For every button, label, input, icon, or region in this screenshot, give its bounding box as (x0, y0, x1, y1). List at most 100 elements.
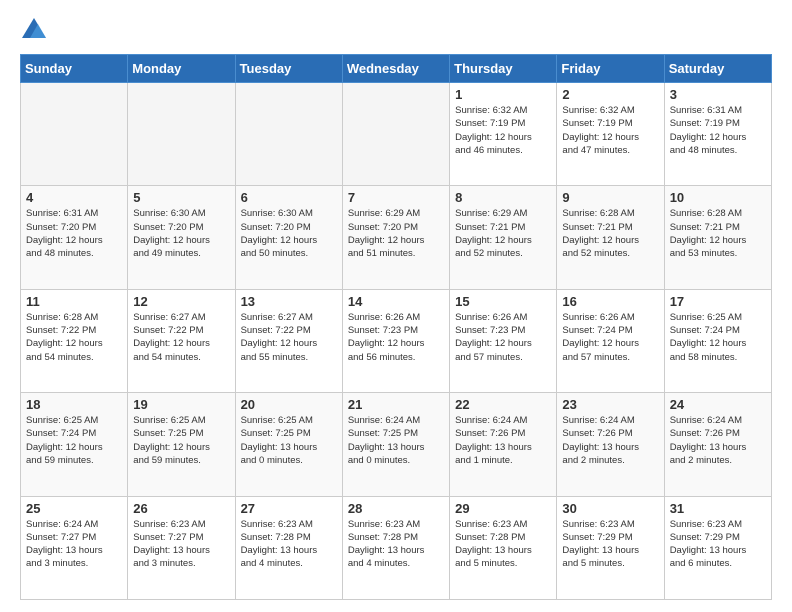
day-number: 22 (455, 397, 551, 412)
day-cell: 27 Sunrise: 6:23 AM Sunset: 7:28 PM Dayli… (235, 496, 342, 599)
day-info: Sunrise: 6:27 AM Sunset: 7:22 PM Dayligh… (241, 311, 337, 364)
day-number: 12 (133, 294, 229, 309)
day-number: 10 (670, 190, 766, 205)
day-info: Sunrise: 6:27 AM Sunset: 7:22 PM Dayligh… (133, 311, 229, 364)
day-number: 24 (670, 397, 766, 412)
day-info: Sunrise: 6:25 AM Sunset: 7:24 PM Dayligh… (670, 311, 766, 364)
weekday-friday: Friday (557, 55, 664, 83)
day-cell: 31 Sunrise: 6:23 AM Sunset: 7:29 PM Dayli… (664, 496, 771, 599)
day-cell: 17 Sunrise: 6:25 AM Sunset: 7:24 PM Dayli… (664, 289, 771, 392)
day-number: 23 (562, 397, 658, 412)
week-row-4: 18 Sunrise: 6:25 AM Sunset: 7:24 PM Dayli… (21, 393, 772, 496)
day-info: Sunrise: 6:30 AM Sunset: 7:20 PM Dayligh… (241, 207, 337, 260)
day-number: 13 (241, 294, 337, 309)
header (20, 16, 772, 44)
day-info: Sunrise: 6:24 AM Sunset: 7:26 PM Dayligh… (562, 414, 658, 467)
logo (20, 16, 52, 44)
day-cell: 28 Sunrise: 6:23 AM Sunset: 7:28 PM Dayli… (342, 496, 449, 599)
weekday-wednesday: Wednesday (342, 55, 449, 83)
day-info: Sunrise: 6:28 AM Sunset: 7:21 PM Dayligh… (562, 207, 658, 260)
day-number: 16 (562, 294, 658, 309)
day-number: 28 (348, 501, 444, 516)
page: SundayMondayTuesdayWednesdayThursdayFrid… (0, 0, 792, 612)
day-info: Sunrise: 6:23 AM Sunset: 7:29 PM Dayligh… (562, 518, 658, 571)
day-number: 14 (348, 294, 444, 309)
day-number: 6 (241, 190, 337, 205)
day-number: 15 (455, 294, 551, 309)
day-number: 31 (670, 501, 766, 516)
day-cell: 3 Sunrise: 6:31 AM Sunset: 7:19 PM Daylig… (664, 83, 771, 186)
day-cell: 16 Sunrise: 6:26 AM Sunset: 7:24 PM Dayli… (557, 289, 664, 392)
day-cell: 2Sunrise: 6:32 AM Sunset: 7:19 PM Daylig… (557, 83, 664, 186)
day-info: Sunrise: 6:31 AM Sunset: 7:20 PM Dayligh… (26, 207, 122, 260)
day-cell: 9 Sunrise: 6:28 AM Sunset: 7:21 PM Daylig… (557, 186, 664, 289)
day-number: 19 (133, 397, 229, 412)
day-info: Sunrise: 6:23 AM Sunset: 7:28 PM Dayligh… (455, 518, 551, 571)
logo-icon (20, 16, 48, 44)
day-cell: 12 Sunrise: 6:27 AM Sunset: 7:22 PM Dayli… (128, 289, 235, 392)
weekday-saturday: Saturday (664, 55, 771, 83)
week-row-2: 4 Sunrise: 6:31 AM Sunset: 7:20 PM Daylig… (21, 186, 772, 289)
day-cell: 6 Sunrise: 6:30 AM Sunset: 7:20 PM Daylig… (235, 186, 342, 289)
day-info: Sunrise: 6:23 AM Sunset: 7:28 PM Dayligh… (348, 518, 444, 571)
day-cell: 15 Sunrise: 6:26 AM Sunset: 7:23 PM Dayli… (450, 289, 557, 392)
day-cell: 26 Sunrise: 6:23 AM Sunset: 7:27 PM Dayli… (128, 496, 235, 599)
weekday-sunday: Sunday (21, 55, 128, 83)
day-number: 26 (133, 501, 229, 516)
week-row-5: 25Sunrise: 6:24 AM Sunset: 7:27 PM Dayli… (21, 496, 772, 599)
day-info: Sunrise: 6:28 AM Sunset: 7:21 PM Dayligh… (670, 207, 766, 260)
day-cell: 10 Sunrise: 6:28 AM Sunset: 7:21 PM Dayli… (664, 186, 771, 289)
day-cell: 4 Sunrise: 6:31 AM Sunset: 7:20 PM Daylig… (21, 186, 128, 289)
day-number: 11 (26, 294, 122, 309)
day-info: Sunrise: 6:26 AM Sunset: 7:24 PM Dayligh… (562, 311, 658, 364)
day-info: Sunrise: 6:32 AM Sunset: 7:19 PM Dayligh… (562, 104, 658, 157)
day-info: Sunrise: 6:25 AM Sunset: 7:25 PM Dayligh… (133, 414, 229, 467)
day-cell: 25Sunrise: 6:24 AM Sunset: 7:27 PM Dayli… (21, 496, 128, 599)
day-cell: 18 Sunrise: 6:25 AM Sunset: 7:24 PM Dayli… (21, 393, 128, 496)
day-cell (342, 83, 449, 186)
week-row-1: 1Sunrise: 6:32 AM Sunset: 7:19 PM Daylig… (21, 83, 772, 186)
day-cell: 8 Sunrise: 6:29 AM Sunset: 7:21 PM Daylig… (450, 186, 557, 289)
day-number: 29 (455, 501, 551, 516)
day-number: 27 (241, 501, 337, 516)
day-cell: 1Sunrise: 6:32 AM Sunset: 7:19 PM Daylig… (450, 83, 557, 186)
day-cell: 20 Sunrise: 6:25 AM Sunset: 7:25 PM Dayli… (235, 393, 342, 496)
day-number: 5 (133, 190, 229, 205)
day-cell: 5 Sunrise: 6:30 AM Sunset: 7:20 PM Daylig… (128, 186, 235, 289)
weekday-thursday: Thursday (450, 55, 557, 83)
day-cell (128, 83, 235, 186)
day-cell: 14 Sunrise: 6:26 AM Sunset: 7:23 PM Dayli… (342, 289, 449, 392)
day-number: 8 (455, 190, 551, 205)
day-info: Sunrise: 6:31 AM Sunset: 7:19 PM Dayligh… (670, 104, 766, 157)
day-number: 18 (26, 397, 122, 412)
day-info: Sunrise: 6:24 AM Sunset: 7:26 PM Dayligh… (670, 414, 766, 467)
day-number: 3 (670, 87, 766, 102)
week-row-3: 11 Sunrise: 6:28 AM Sunset: 7:22 PM Dayli… (21, 289, 772, 392)
day-info: Sunrise: 6:23 AM Sunset: 7:28 PM Dayligh… (241, 518, 337, 571)
day-cell: 19 Sunrise: 6:25 AM Sunset: 7:25 PM Dayli… (128, 393, 235, 496)
day-cell (235, 83, 342, 186)
day-number: 20 (241, 397, 337, 412)
day-info: Sunrise: 6:25 AM Sunset: 7:24 PM Dayligh… (26, 414, 122, 467)
day-cell: 11 Sunrise: 6:28 AM Sunset: 7:22 PM Dayli… (21, 289, 128, 392)
weekday-monday: Monday (128, 55, 235, 83)
weekday-header-row: SundayMondayTuesdayWednesdayThursdayFrid… (21, 55, 772, 83)
day-number: 21 (348, 397, 444, 412)
day-info: Sunrise: 6:23 AM Sunset: 7:29 PM Dayligh… (670, 518, 766, 571)
day-info: Sunrise: 6:23 AM Sunset: 7:27 PM Dayligh… (133, 518, 229, 571)
day-number: 30 (562, 501, 658, 516)
day-info: Sunrise: 6:26 AM Sunset: 7:23 PM Dayligh… (348, 311, 444, 364)
day-number: 7 (348, 190, 444, 205)
day-info: Sunrise: 6:28 AM Sunset: 7:22 PM Dayligh… (26, 311, 122, 364)
day-info: Sunrise: 6:29 AM Sunset: 7:21 PM Dayligh… (455, 207, 551, 260)
day-info: Sunrise: 6:32 AM Sunset: 7:19 PM Dayligh… (455, 104, 551, 157)
day-number: 17 (670, 294, 766, 309)
day-info: Sunrise: 6:25 AM Sunset: 7:25 PM Dayligh… (241, 414, 337, 467)
day-info: Sunrise: 6:30 AM Sunset: 7:20 PM Dayligh… (133, 207, 229, 260)
day-info: Sunrise: 6:26 AM Sunset: 7:23 PM Dayligh… (455, 311, 551, 364)
day-number: 4 (26, 190, 122, 205)
day-cell: 23 Sunrise: 6:24 AM Sunset: 7:26 PM Dayli… (557, 393, 664, 496)
day-cell: 7Sunrise: 6:29 AM Sunset: 7:20 PM Daylig… (342, 186, 449, 289)
day-info: Sunrise: 6:24 AM Sunset: 7:26 PM Dayligh… (455, 414, 551, 467)
day-number: 9 (562, 190, 658, 205)
